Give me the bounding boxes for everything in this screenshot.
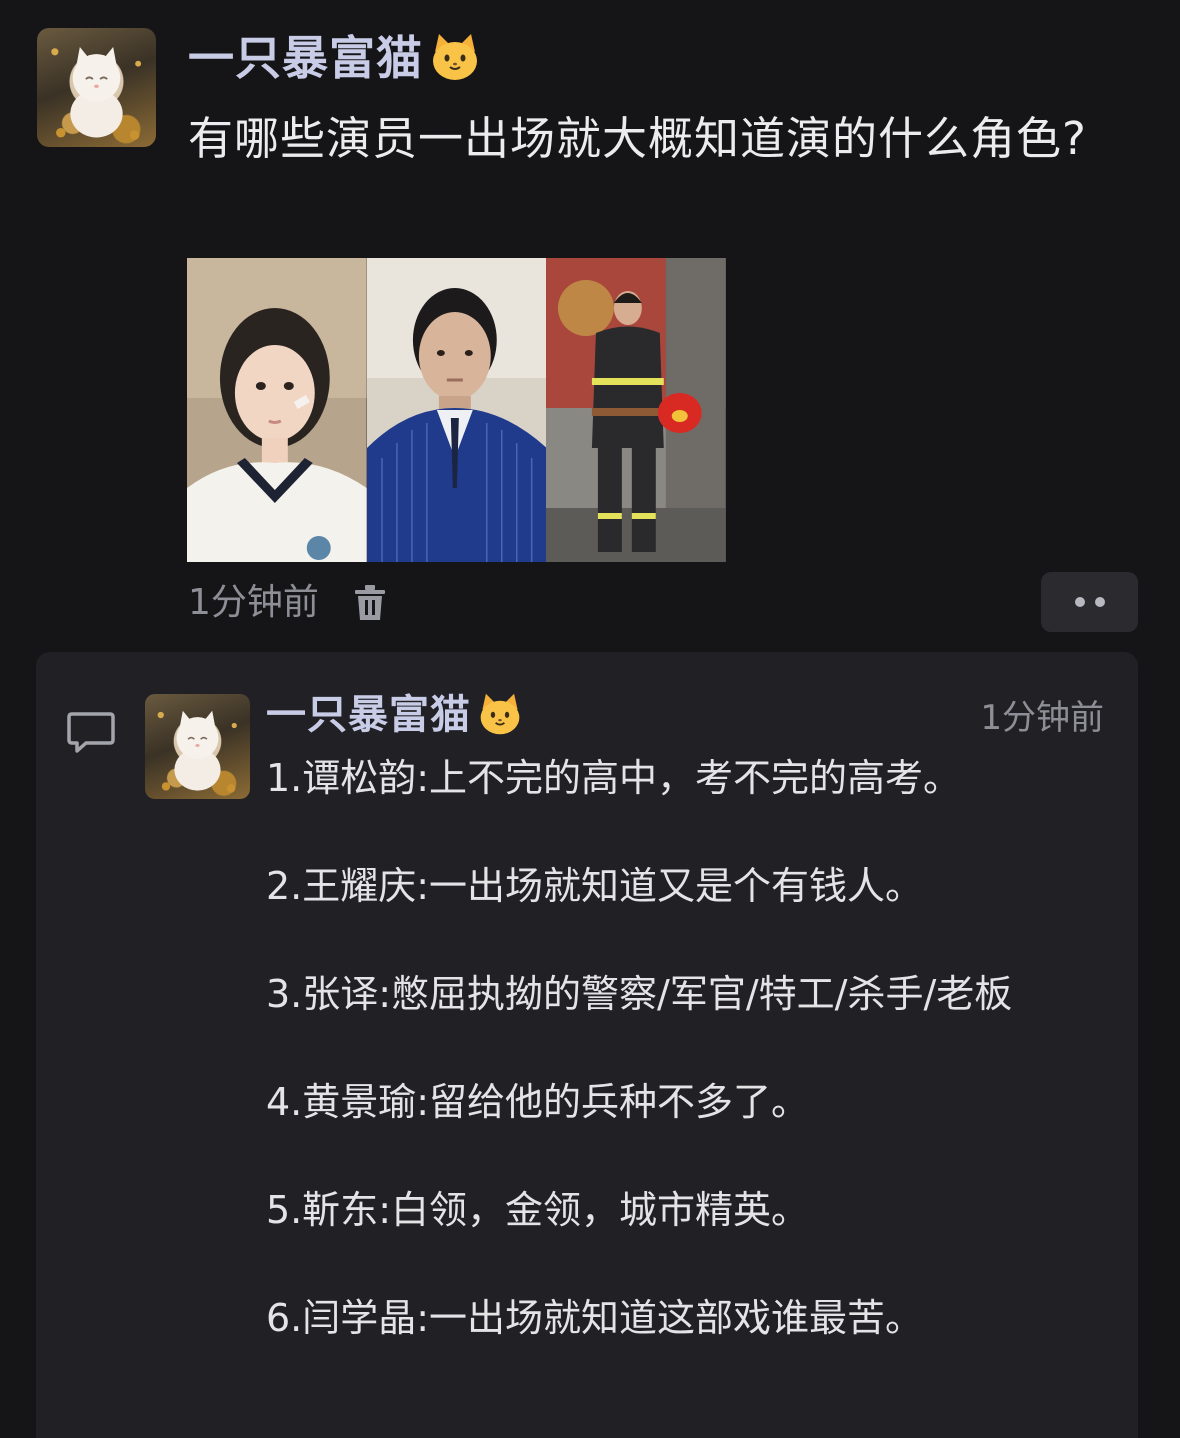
post-meta: 1分钟前 bbox=[188, 578, 387, 628]
trash-icon[interactable] bbox=[353, 584, 387, 622]
comment-line: 1.谭松韵:上不完的高中，考不完的高考。 bbox=[266, 756, 962, 800]
photo-firefighter-image bbox=[546, 258, 727, 562]
post-question[interactable]: 有哪些演员一出场就大概知道演的什么角色? bbox=[188, 106, 1138, 172]
cat-face-emoji-icon bbox=[477, 692, 523, 752]
comment-time: 1分钟前 bbox=[980, 698, 1104, 738]
comment-author-avatar[interactable] bbox=[145, 694, 250, 799]
cat-avatar-image bbox=[157, 710, 237, 793]
dot-icon bbox=[1074, 597, 1085, 607]
photo-man-image bbox=[366, 258, 547, 562]
comment-line: 6.闫学晶:一出场就知道这部戏谁最苦。 bbox=[266, 1296, 924, 1340]
comment-line: 2.王耀庆:一出场就知道又是个有钱人。 bbox=[266, 864, 924, 908]
post-time: 1分钟前 bbox=[188, 582, 319, 623]
page: 一只暴富猫 有哪些演员一出场就大概知道演的什么角色? 1分钟前 一只暴富猫 1分… bbox=[0, 0, 1180, 1438]
comment-bubble-icon[interactable] bbox=[66, 710, 116, 756]
photo-man-pinstripe-suit[interactable] bbox=[366, 258, 547, 562]
photo-girl-school-uniform[interactable] bbox=[187, 258, 367, 562]
comment-author-name[interactable]: 一只暴富猫 bbox=[266, 686, 523, 752]
photo-firefighter[interactable] bbox=[546, 258, 727, 562]
post-photo-grid bbox=[187, 258, 727, 562]
comment-line: 4.黄景瑜:留给他的兵种不多了。 bbox=[266, 1080, 810, 1124]
post-author-name-text: 一只暴富猫 bbox=[188, 31, 423, 85]
post-author-name[interactable]: 一只暴富猫 bbox=[188, 26, 481, 98]
post-author-avatar[interactable] bbox=[37, 28, 156, 147]
comment-line: 5.靳东:白领，金领，城市精英。 bbox=[266, 1188, 810, 1232]
comment-author-name-text: 一只暴富猫 bbox=[266, 692, 471, 738]
cat-avatar-image bbox=[51, 47, 142, 140]
cat-face-emoji-icon bbox=[429, 32, 481, 98]
comment-line: 3.张译:憋屈执拗的警察/军官/特工/杀手/老板 bbox=[266, 972, 1013, 1016]
photo-girl-image bbox=[187, 258, 367, 562]
comment-body[interactable]: 1.谭松韵:上不完的高中，考不完的高考。 2.王耀庆:一出场就知道又是个有钱人。… bbox=[266, 752, 1116, 1345]
more-options-button[interactable] bbox=[1041, 572, 1138, 632]
dot-icon bbox=[1094, 597, 1105, 607]
